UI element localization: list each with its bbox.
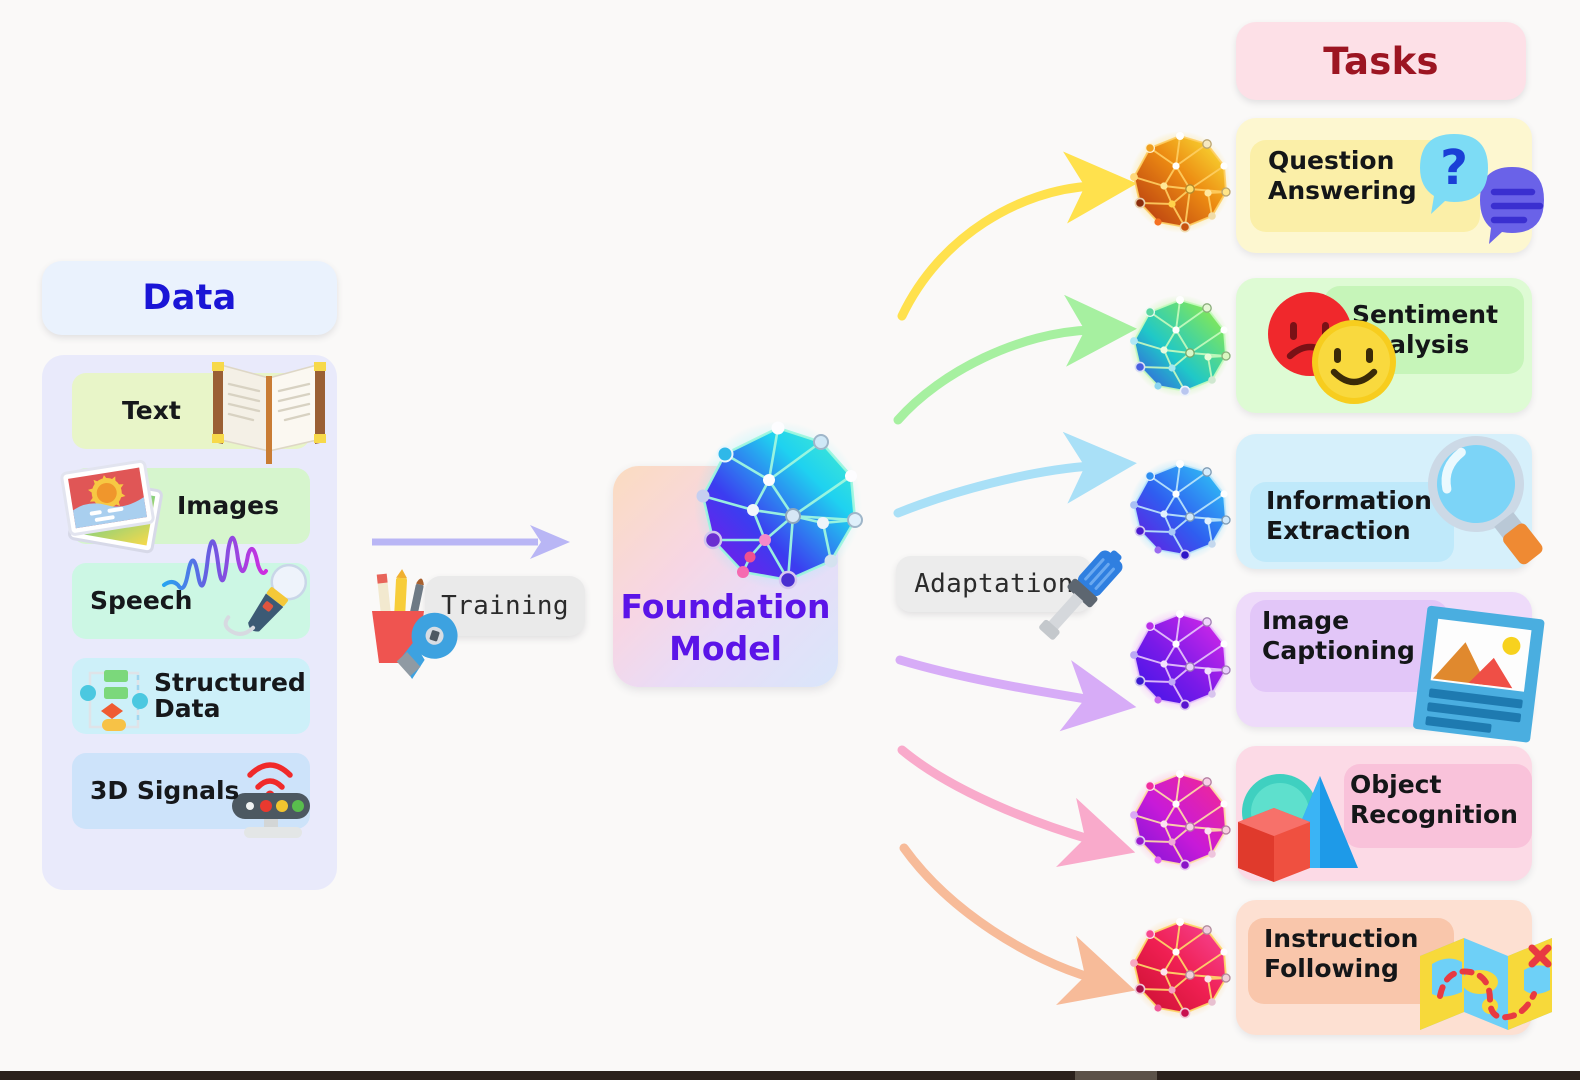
taskbar-sliver <box>0 1071 1580 1080</box>
taskbar-segment <box>1164 1071 1580 1080</box>
pencil-cup-icon <box>372 569 458 679</box>
data-item-label: Text <box>122 395 181 425</box>
data-item-label: Structured Data <box>154 667 306 723</box>
adaptation-arrows <box>893 151 1137 1006</box>
diagram-canvas: Data Text Images Speech Structured Data … <box>0 0 1580 1080</box>
task-node-sphere-icon <box>1129 459 1231 561</box>
taskbar-segment <box>1075 1071 1157 1080</box>
task-node-sphere-icon <box>1129 917 1231 1019</box>
svg-text:?: ? <box>1440 140 1468 196</box>
task-label: Image Captioning <box>1262 606 1415 665</box>
task-label: Information Extraction <box>1266 486 1432 545</box>
sad-happy-faces-icon <box>1268 292 1396 404</box>
foundation-model-label: Foundation Model <box>620 587 831 669</box>
data-header-label: Data <box>142 278 237 318</box>
task-node-sphere-icon <box>1129 131 1231 233</box>
task-node-sphere-icon <box>1129 769 1231 871</box>
folded-map-icon <box>1420 938 1552 1030</box>
data-item-label: Speech <box>90 585 193 615</box>
task-node-sphere-icon <box>1129 609 1231 711</box>
foundation-model-network-sphere-icon <box>694 421 863 590</box>
3d-shapes-icon <box>1238 774 1358 882</box>
training-arrow <box>372 525 570 559</box>
task-label: Question Answering <box>1268 146 1417 205</box>
task-label: Instruction Following <box>1264 924 1419 983</box>
data-panel: Text Images Speech Structured Data 3D Si… <box>42 355 337 890</box>
tasks-header-card: Tasks <box>1236 22 1526 100</box>
data-header-card: Data <box>42 261 337 335</box>
task-node-sphere-icon <box>1129 295 1231 397</box>
photos-icon <box>60 459 163 554</box>
open-book-icon <box>212 362 326 464</box>
magnifying-glass-icon <box>1428 436 1543 565</box>
tasks-header-label: Tasks <box>1323 39 1439 83</box>
data-item-label: 3D Signals <box>90 775 240 805</box>
question-chat-bubbles-icon: ? <box>1420 134 1544 244</box>
data-item-label: Images <box>177 490 279 520</box>
flowchart-icon <box>80 670 148 731</box>
picture-card-icon <box>1413 605 1545 743</box>
